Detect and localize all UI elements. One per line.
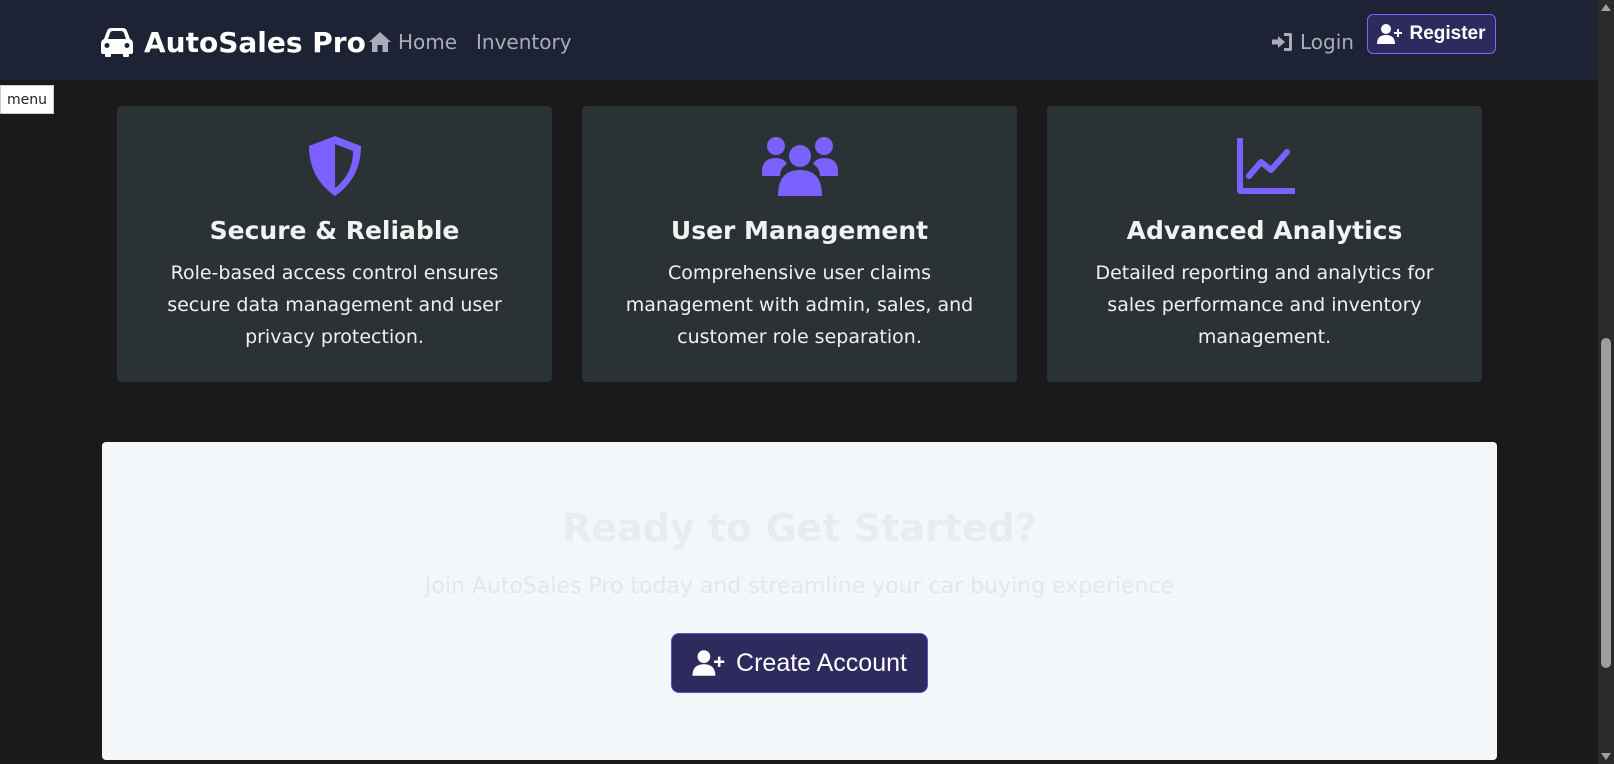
feature-text: Role-based access control ensures secure… (167, 262, 502, 348)
cta-subtitle: Join AutoSales Pro today and streamline … (424, 574, 1175, 599)
page: AutoSales Pro Home Inventory Login Regis… (0, 0, 1614, 764)
feature-text: Comprehensive user claims management wit… (625, 262, 974, 348)
nav-login-link[interactable]: Login (1270, 28, 1354, 56)
chart-line-icon (1236, 138, 1295, 194)
sign-in-icon (1272, 33, 1292, 51)
register-button[interactable]: Register (1367, 14, 1496, 54)
feature-card-users: User Management Comprehensive user claim… (582, 106, 1017, 382)
car-icon (101, 28, 133, 57)
nav-inventory-link[interactable]: Inventory (476, 28, 572, 56)
cta-title: Ready to Get Started? (562, 506, 1037, 550)
brand-name: AutoSales Pro (144, 25, 366, 59)
nav-inventory-label: Inventory (476, 30, 572, 54)
user-plus-icon (692, 650, 725, 676)
user-plus-icon (1377, 24, 1403, 44)
cta-section: Ready to Get Started? Join AutoSales Pro… (102, 442, 1497, 760)
nav-home-link[interactable]: Home (368, 28, 457, 56)
feature-card-secure: Secure & Reliable Role-based access cont… (117, 106, 552, 382)
users-icon (761, 137, 838, 196)
feature-title: User Management (670, 216, 929, 245)
scroll-down-arrow-icon[interactable] (1601, 753, 1611, 760)
feature-title: Advanced Analytics (1126, 216, 1403, 245)
shield-icon (308, 136, 361, 196)
feature-card-analytics: Advanced Analytics Detailed reporting an… (1047, 106, 1482, 382)
create-account-label: Create Account (736, 648, 907, 677)
nav-home-label: Home (398, 30, 458, 54)
create-account-button[interactable]: Create Account (671, 633, 928, 693)
scroll-up-arrow-icon[interactable] (1601, 4, 1611, 11)
home-icon (369, 32, 391, 52)
vertical-scrollbar[interactable] (1598, 0, 1614, 764)
navbar: AutoSales Pro Home Inventory Login Regis… (0, 0, 1598, 80)
nav-login-label: Login (1300, 30, 1354, 54)
register-label: Register (1409, 23, 1486, 44)
feature-title: Secure & Reliable (209, 216, 460, 245)
feature-text: Detailed reporting and analytics for sal… (1095, 262, 1434, 348)
scrollbar-thumb[interactable] (1601, 338, 1611, 668)
brand-link[interactable]: AutoSales Pro (100, 22, 366, 62)
menu-tab[interactable]: menu (0, 85, 54, 114)
